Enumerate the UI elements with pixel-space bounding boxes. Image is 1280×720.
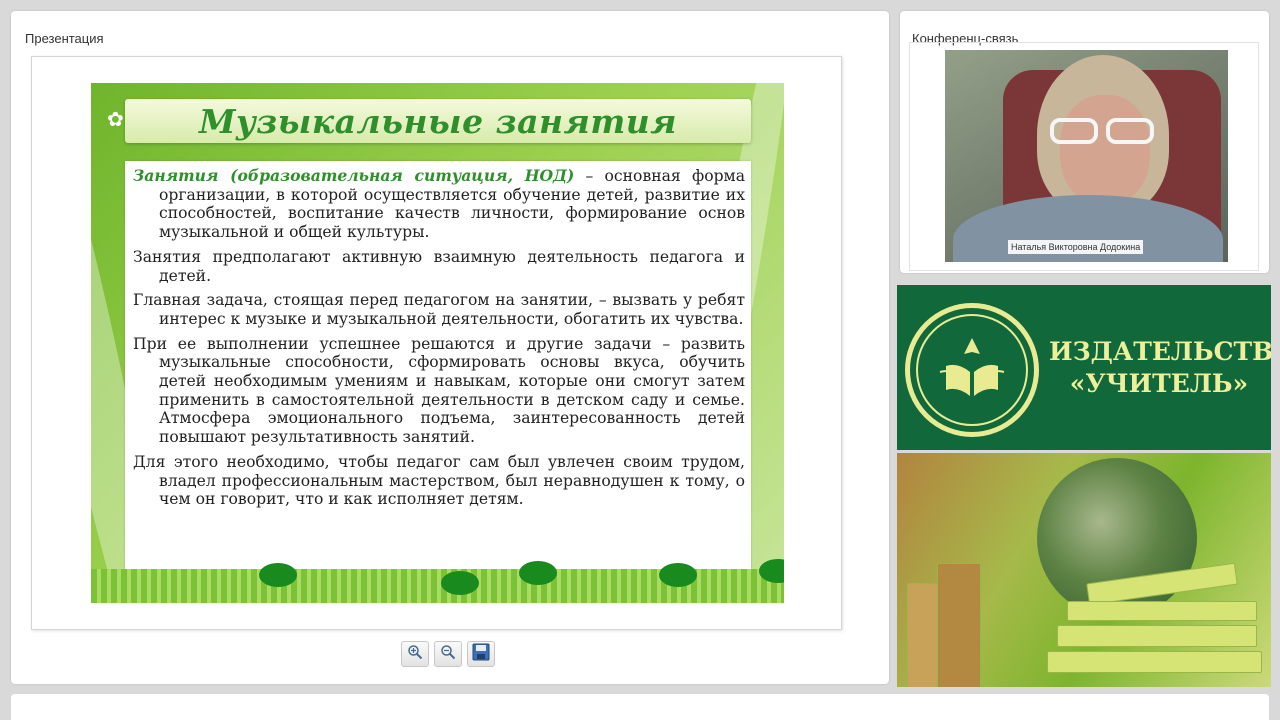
slide-viewport[interactable]: ✿ Музыкальные занятия Занятия (образоват… bbox=[31, 56, 842, 630]
webcam-video[interactable]: Наталья Викторовна Додокина bbox=[945, 50, 1228, 262]
slide-paragraph: Занятия (образовательная ситуация, НОД) … bbox=[133, 166, 745, 242]
slide-title-banner: Музыкальные занятия bbox=[125, 99, 751, 143]
decorative-leaf-dot bbox=[519, 561, 557, 585]
zoom-out-icon bbox=[440, 644, 456, 664]
save-button[interactable] bbox=[467, 641, 495, 667]
presentation-slide: ✿ Музыкальные занятия Занятия (образоват… bbox=[91, 83, 784, 603]
glasses-lens bbox=[1106, 118, 1154, 144]
conference-panel: Конференц-связь Наталья Викторовна Додок… bbox=[900, 11, 1269, 273]
book-image bbox=[1057, 625, 1257, 647]
slide-highlighted-term: Занятия (образовательная ситуация, НОД) bbox=[133, 166, 575, 185]
video-speaker-glasses bbox=[1050, 118, 1158, 146]
publisher-logo-inner bbox=[916, 314, 1028, 426]
zoom-in-icon bbox=[407, 644, 423, 664]
slide-text-box: Занятия (образовательная ситуация, НОД) … bbox=[125, 161, 751, 569]
publisher-banner: ИЗДАТЕЛЬСТВО «УЧИТЕЛЬ» bbox=[897, 285, 1271, 687]
video-speaker-face bbox=[1060, 95, 1150, 205]
decorative-leaf-dot bbox=[659, 563, 697, 587]
publisher-banner-header: ИЗДАТЕЛЬСТВО «УЧИТЕЛЬ» bbox=[897, 285, 1271, 450]
slide-paragraph: Для этого необходимо, чтобы педагог сам … bbox=[133, 452, 745, 509]
decorative-leaf-dot bbox=[259, 563, 297, 587]
zoom-in-button[interactable] bbox=[401, 641, 429, 667]
book-emblem-icon bbox=[939, 338, 1005, 396]
flower-icon: ✿ bbox=[107, 107, 124, 131]
book-image bbox=[1067, 601, 1257, 621]
slide-toolbar bbox=[401, 641, 495, 667]
slide-paragraph: Главная задача, стоящая перед педагогом … bbox=[133, 291, 745, 328]
presentation-panel: Презентация ✿ Музыкальные занятия Заняти… bbox=[11, 11, 889, 684]
presentation-panel-title: Презентация bbox=[25, 31, 104, 46]
zoom-out-button[interactable] bbox=[434, 641, 462, 667]
slide-paragraph: Занятия предполагают активную взаимную д… bbox=[133, 247, 745, 285]
video-container: Наталья Викторовна Додокина bbox=[909, 42, 1259, 271]
book-image bbox=[1047, 651, 1262, 673]
publisher-name-line2: «УЧИТЕЛЬ» bbox=[1069, 369, 1249, 398]
publisher-name-line1: ИЗДАТЕЛЬСТВО bbox=[1049, 337, 1271, 366]
book-image bbox=[937, 563, 981, 687]
publisher-logo bbox=[905, 303, 1039, 437]
floppy-disk-icon bbox=[472, 643, 490, 665]
decorative-leaf-dot bbox=[441, 571, 479, 595]
decorative-leaf-dot bbox=[759, 559, 784, 583]
publisher-banner-image bbox=[897, 453, 1271, 687]
slide-paragraph: При ее выполнении успешнее решаются и др… bbox=[133, 334, 745, 447]
slide-title: Музыкальные занятия bbox=[198, 101, 678, 141]
speaker-name-label: Наталья Викторовна Додокина bbox=[1008, 240, 1144, 254]
glasses-lens bbox=[1050, 118, 1098, 144]
decorative-grass bbox=[91, 559, 784, 603]
bottom-panel bbox=[11, 694, 1269, 720]
